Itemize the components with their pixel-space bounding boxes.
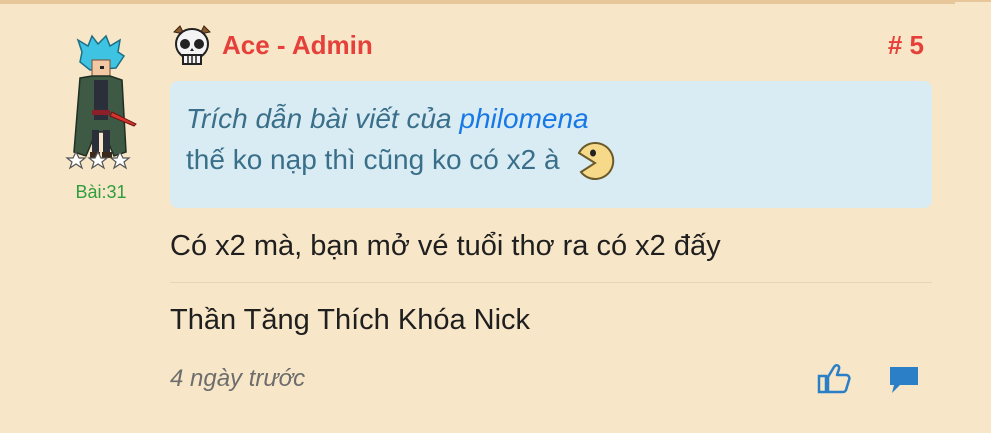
quote-header: Trích dẫn bài viết của philomena xyxy=(186,101,916,137)
post-count: Bài:31 xyxy=(75,182,127,202)
post-actions xyxy=(786,361,922,397)
signature-divider xyxy=(170,282,932,283)
quote-text-content: thế ko nạp thì cũng ko có x2 à xyxy=(186,144,560,175)
pacman-emoji-icon xyxy=(578,141,615,180)
post-body: Có x2 mà, bạn mở vé tuổi thơ ra có x2 đấ… xyxy=(170,230,721,262)
comment-icon[interactable] xyxy=(886,361,922,397)
skull-admin-icon xyxy=(172,25,212,65)
post-number[interactable]: # 5 xyxy=(888,30,924,61)
quote-author-link[interactable]: philomena xyxy=(459,103,588,134)
quote-text: thế ko nạp thì cũng ko có x2 à xyxy=(186,139,916,183)
post-content: Ace - Admin # 5 Trích dẫn bài viết của p… xyxy=(170,24,932,394)
post-author[interactable]: Ace - Admin xyxy=(222,30,373,61)
post-signature: Thần Tăng Thích Khóa Nick xyxy=(170,304,531,336)
user-info: Bài:31 xyxy=(60,34,142,203)
post-timestamp: 4 ngày trước xyxy=(170,365,306,392)
quote-block: Trích dẫn bài viết của philomena thế ko … xyxy=(170,81,932,208)
user-avatar[interactable] xyxy=(60,34,142,172)
post-top-border xyxy=(0,2,955,4)
forum-post: Bài:31 Ace - Admin # 5 Trích dẫn bài viế… xyxy=(0,0,991,433)
post-header: Ace - Admin # 5 xyxy=(170,24,932,70)
quote-prefix: Trích dẫn bài viết của xyxy=(186,103,460,134)
thumbs-up-icon[interactable] xyxy=(816,361,852,397)
